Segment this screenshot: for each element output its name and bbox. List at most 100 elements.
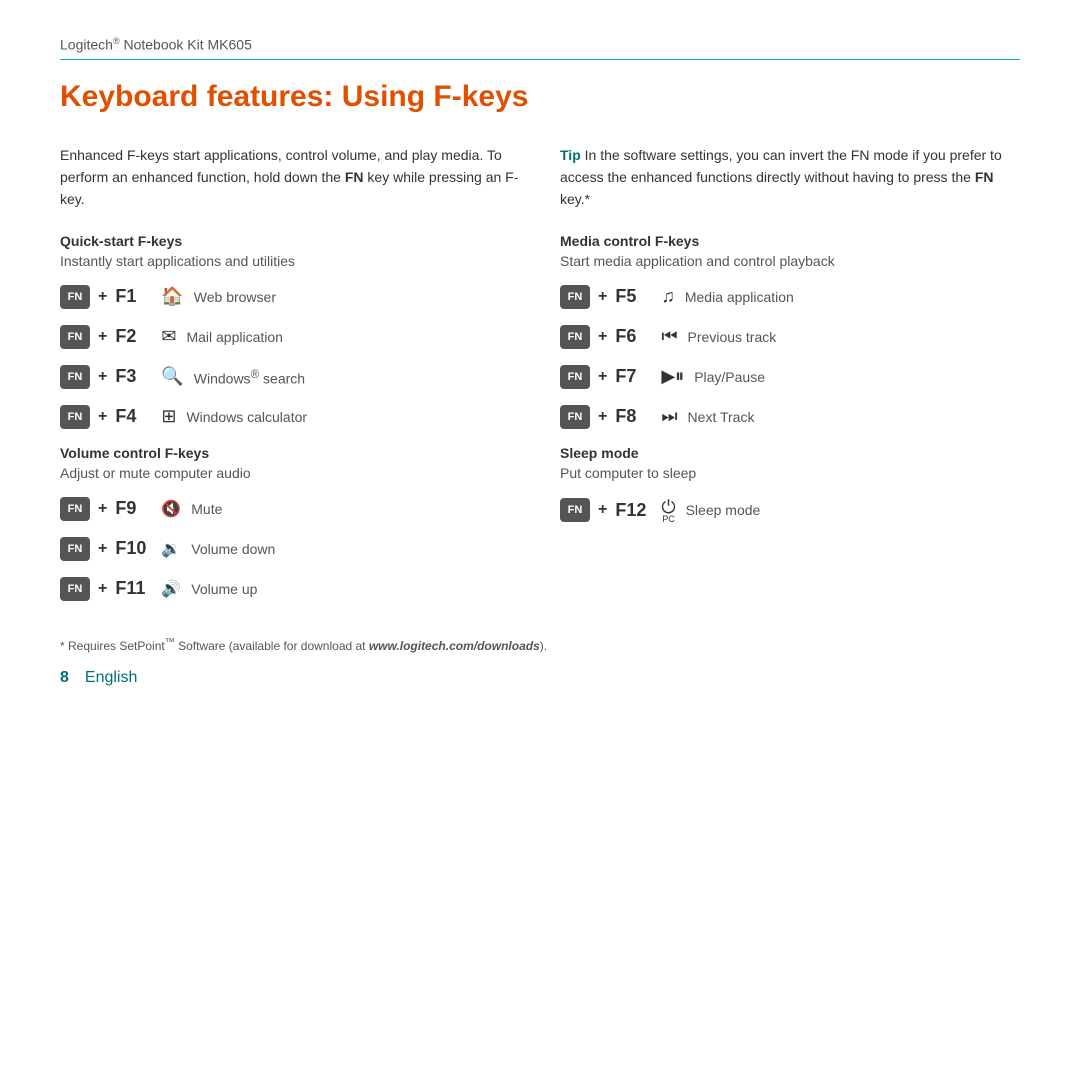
- sleep-icon: ⏻ PC: [661, 497, 675, 524]
- fkey-f12: F12: [615, 500, 651, 521]
- f2-description: Mail application: [186, 329, 283, 345]
- media-subtext: Start media application and control play…: [560, 253, 1020, 269]
- f8-description: Next Track: [688, 409, 755, 425]
- volume-down-icon: 🔉: [161, 539, 181, 559]
- plus-f3: +: [98, 368, 107, 386]
- key-row-f2: FN + F2 ✉ Mail application: [60, 325, 520, 349]
- mute-icon: 🔇: [161, 499, 181, 519]
- f11-description: Volume up: [191, 581, 257, 597]
- key-row-f6: FN + F6 ⏮ Previous track: [560, 325, 1020, 349]
- volume-up-icon: 🔊: [161, 579, 181, 599]
- key-row-f11: FN + F11 🔊 Volume up: [60, 577, 520, 601]
- fn-badge-f6: FN: [560, 325, 590, 349]
- tip-label: Tip: [560, 147, 581, 163]
- prev-track-icon: ⏮: [661, 326, 677, 347]
- calculator-icon: ⊞: [161, 406, 176, 427]
- fkey-f5: F5: [615, 286, 651, 307]
- quick-start-subtext: Instantly start applications and utiliti…: [60, 253, 520, 269]
- header: Logitech® Notebook Kit MK605: [60, 36, 1020, 53]
- brand-name: Logitech: [60, 37, 113, 53]
- intro-bold: FN: [345, 169, 364, 185]
- fn-badge-f7: FN: [560, 365, 590, 389]
- fn-badge-f8: FN: [560, 405, 590, 429]
- key-row-f3: FN + F3 🔍 Windows® search: [60, 365, 520, 389]
- plus-f11: +: [98, 580, 107, 598]
- fn-badge-f3: FN: [60, 365, 90, 389]
- fn-badge-f11: FN: [60, 577, 90, 601]
- f6-description: Previous track: [688, 329, 777, 345]
- f7-description: Play/Pause: [694, 369, 765, 385]
- plus-f6: +: [598, 328, 607, 346]
- key-row-f10: FN + F10 🔉 Volume down: [60, 537, 520, 561]
- fkey-f1: F1: [115, 286, 151, 307]
- f5-description: Media application: [685, 289, 794, 305]
- fkey-f11: F11: [115, 578, 151, 599]
- plus-f9: +: [98, 500, 107, 518]
- fn-badge-f5: FN: [560, 285, 590, 309]
- next-track-icon: ⏭: [661, 406, 677, 427]
- media-header: Media control F-keys: [560, 233, 1020, 249]
- key-row-f7: FN + F7 ▶⏸ Play/Pause: [560, 365, 1020, 389]
- f12-description: Sleep mode: [686, 502, 761, 518]
- page-number-row: 8 English: [60, 669, 1020, 687]
- plus-f12: +: [598, 501, 607, 519]
- key-row-f5: FN + F5 ♫ Media application: [560, 285, 1020, 309]
- f1-description: Web browser: [194, 289, 276, 305]
- key-row-f12: FN + F12 ⏻ PC Sleep mode: [560, 497, 1020, 524]
- search-icon: 🔍: [161, 366, 183, 387]
- registered-mark: ®: [113, 36, 120, 46]
- fkey-f3: F3: [115, 366, 151, 387]
- fkey-f8: F8: [615, 406, 651, 427]
- fkey-f6: F6: [615, 326, 651, 347]
- fn-badge-f2: FN: [60, 325, 90, 349]
- tip-text: Tip In the software settings, you can in…: [560, 144, 1020, 211]
- sleep-header: Sleep mode: [560, 445, 1020, 461]
- play-pause-icon: ▶⏸: [661, 366, 684, 387]
- footer-note-middle: Software (available for download at: [175, 639, 369, 653]
- fn-badge-f10: FN: [60, 537, 90, 561]
- f9-description: Mute: [191, 501, 222, 517]
- fkey-f2: F2: [115, 326, 151, 347]
- fkey-f4: F4: [115, 406, 151, 427]
- right-column: Tip In the software settings, you can in…: [560, 144, 1020, 617]
- fkey-f7: F7: [615, 366, 651, 387]
- page: Logitech® Notebook Kit MK605 Keyboard fe…: [0, 0, 1080, 1080]
- key-row-f9: FN + F9 🔇 Mute: [60, 497, 520, 521]
- plus-f2: +: [98, 328, 107, 346]
- fn-badge-f12: FN: [560, 498, 590, 522]
- f10-description: Volume down: [191, 541, 275, 557]
- plus-f7: +: [598, 368, 607, 386]
- footer-note-before: * Requires SetPoint: [60, 639, 165, 653]
- plus-f5: +: [598, 288, 607, 306]
- fn-badge-f1: FN: [60, 285, 90, 309]
- tip-body: In the software settings, you can invert…: [560, 147, 1002, 185]
- key-row-f8: FN + F8 ⏭ Next Track: [560, 405, 1020, 429]
- plus-f1: +: [98, 288, 107, 306]
- key-row-f4: FN + F4 ⊞ Windows calculator: [60, 405, 520, 429]
- plus-f4: +: [98, 408, 107, 426]
- fkey-f10: F10: [115, 538, 151, 559]
- page-title: Keyboard features: Using F-keys: [60, 80, 1020, 114]
- footer-link: www.logitech.com/downloads: [369, 639, 540, 653]
- quick-start-header: Quick-start F-keys: [60, 233, 520, 249]
- plus-f10: +: [98, 540, 107, 558]
- header-title: Logitech® Notebook Kit MK605: [60, 36, 252, 53]
- intro-text: Enhanced F-keys start applications, cont…: [60, 144, 520, 211]
- fn-badge-f4: FN: [60, 405, 90, 429]
- f3-description: Windows® search: [194, 368, 305, 387]
- mail-icon: ✉: [161, 326, 176, 347]
- tip-fn-bold: FN: [975, 169, 994, 185]
- page-number: 8: [60, 669, 69, 687]
- f4-description: Windows calculator: [186, 409, 307, 425]
- web-browser-icon: 🏠: [161, 286, 183, 307]
- fkey-f9: F9: [115, 498, 151, 519]
- footer-note-end: ).: [540, 639, 547, 653]
- sleep-subtext: Put computer to sleep: [560, 465, 1020, 481]
- key-row-f1: FN + F1 🏠 Web browser: [60, 285, 520, 309]
- tip-end: key.*: [560, 191, 590, 207]
- volume-header: Volume control F-keys: [60, 445, 520, 461]
- product-name: Notebook Kit MK605: [120, 37, 252, 53]
- media-app-icon: ♫: [661, 286, 675, 307]
- header-line: [60, 59, 1020, 60]
- volume-subtext: Adjust or mute computer audio: [60, 465, 520, 481]
